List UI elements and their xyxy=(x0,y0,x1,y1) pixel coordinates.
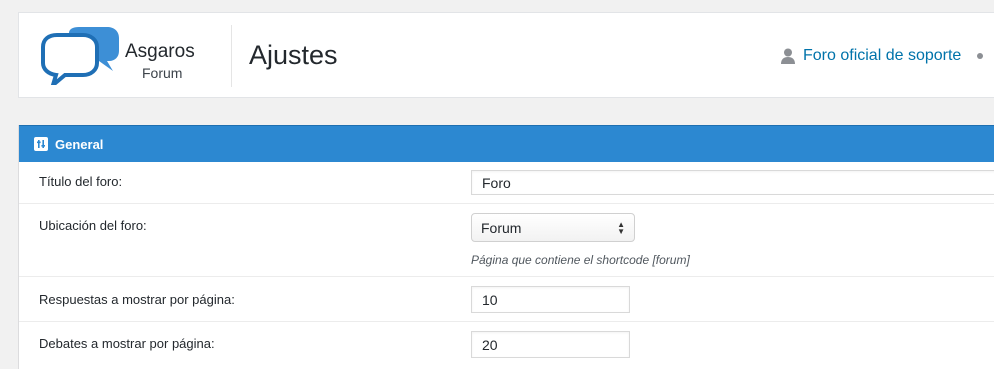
forum-location-select[interactable]: Forum ▲ ▼ xyxy=(471,213,635,242)
user-icon xyxy=(781,48,795,64)
topics-per-page-label: Debates a mostrar por página: xyxy=(39,336,215,351)
asgaros-logo[interactable]: Asgaros Forum xyxy=(39,27,209,85)
setting-row-forum-title: Título del foro: Foro xyxy=(19,162,994,204)
support-forum-link[interactable]: Foro oficial de soporte xyxy=(781,45,961,67)
logo-name: Asgaros xyxy=(125,41,195,62)
page-header: Asgaros Forum Ajustes Foro oficial de so… xyxy=(18,12,994,98)
forum-location-label: Ubicación del foro: xyxy=(39,218,147,233)
replies-per-page-label: Respuestas a mostrar por página: xyxy=(39,292,235,307)
setting-row-replies-per-page: Respuestas a mostrar por página: 10 xyxy=(19,277,994,322)
page-title: Ajustes xyxy=(249,40,338,70)
forum-location-hint: Página que contiene el shortcode [forum] xyxy=(471,253,690,267)
panel-header: General xyxy=(19,125,994,162)
separator-dot xyxy=(977,53,983,59)
replies-per-page-input[interactable]: 10 xyxy=(471,286,630,313)
panel-title: General xyxy=(55,136,104,152)
select-arrows-icon: ▲ ▼ xyxy=(617,219,625,236)
sliders-icon xyxy=(34,137,48,151)
setting-row-forum-location: Ubicación del foro: Forum ▲ ▼ Página que … xyxy=(19,204,994,277)
setting-row-topics-per-page: Debates a mostrar por página: 20 xyxy=(19,322,994,368)
logo-subtitle: Forum xyxy=(142,65,183,81)
general-settings-panel: General Título del foro: Foro Ubicación … xyxy=(18,125,994,369)
forum-title-input[interactable]: Foro xyxy=(471,170,994,195)
forum-location-value: Forum xyxy=(481,219,522,236)
topics-per-page-input[interactable]: 20 xyxy=(471,331,630,358)
speech-bubbles-icon xyxy=(41,27,119,85)
support-link-label: Foro oficial de soporte xyxy=(803,47,962,64)
header-divider xyxy=(231,25,232,87)
forum-title-label: Título del foro: xyxy=(39,174,123,189)
